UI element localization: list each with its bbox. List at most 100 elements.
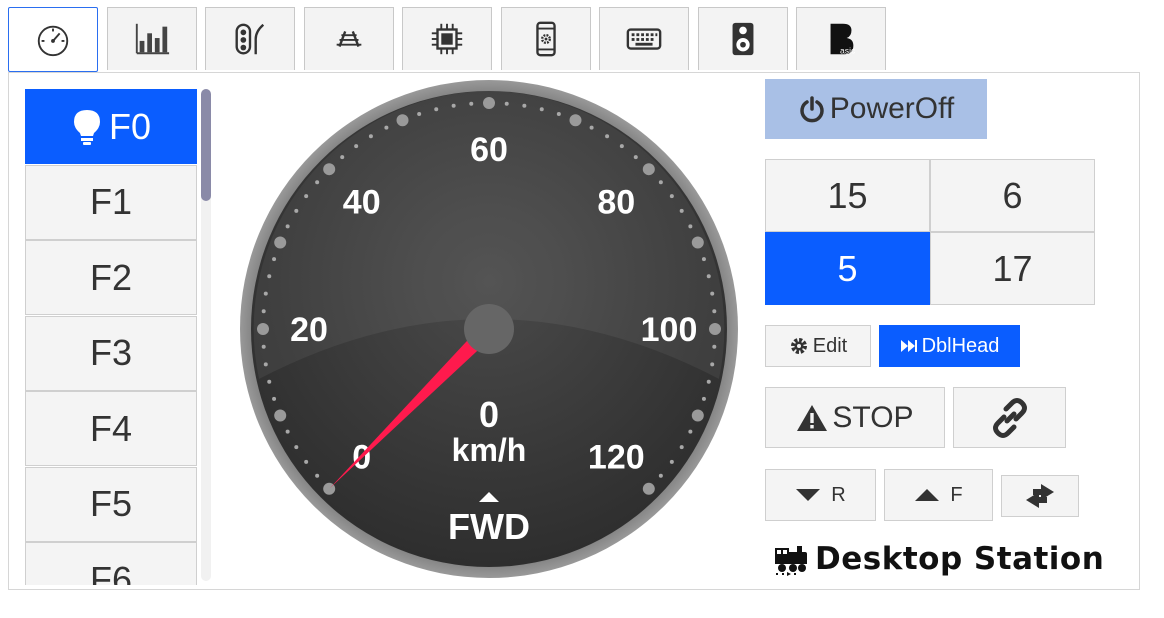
function-scrollbar-thumb[interactable] [201, 89, 211, 201]
minor-tick [658, 473, 663, 478]
function-label: F6 [89, 558, 132, 586]
minor-tick [712, 309, 717, 314]
gauge-tick-label: 120 [588, 438, 645, 476]
major-tick [642, 482, 655, 495]
minor-tick [285, 429, 290, 434]
function-button-f5[interactable]: F5 [25, 466, 197, 542]
link-button[interactable] [953, 387, 1066, 448]
dblhead-button[interactable]: DblHead [879, 325, 1020, 367]
speedometer-gauge[interactable]: 020406080100120 0 km/h FWD [239, 79, 739, 579]
minor-tick [263, 362, 268, 367]
major-tick [396, 114, 409, 127]
minor-tick [605, 134, 610, 139]
tab-basic[interactable]: asic [796, 7, 886, 70]
forward-button[interactable]: F [884, 469, 993, 521]
function-label: F0 [108, 105, 151, 147]
function-label: F3 [89, 332, 132, 373]
tab-chip[interactable] [402, 7, 492, 70]
major-tick [642, 163, 655, 176]
major-tick [569, 114, 582, 127]
function-label: F2 [89, 256, 132, 298]
minor-tick [263, 291, 268, 296]
major-tick [691, 409, 704, 422]
function-button-f0[interactable]: F0 [25, 89, 197, 164]
major-tick [691, 236, 704, 249]
function-label: F4 [89, 407, 132, 449]
function-button-f6[interactable]: F6 [25, 542, 197, 585]
address-label: 15 [827, 174, 868, 216]
keyboard-icon [626, 28, 662, 50]
tab-signal[interactable] [205, 7, 295, 70]
minor-tick [710, 291, 715, 296]
warning-icon [797, 404, 828, 431]
minor-tick [556, 112, 561, 117]
minor-tick [679, 445, 684, 450]
minor-tick [417, 112, 422, 117]
function-button-f2[interactable]: F2 [25, 240, 197, 315]
major-tick [274, 236, 287, 249]
major-tick [709, 323, 721, 335]
tab-bar-chart[interactable] [107, 7, 197, 70]
edit-label: Edit [812, 334, 848, 357]
address-label: 5 [837, 247, 858, 289]
minor-tick [669, 194, 674, 199]
address-label: 6 [1002, 174, 1023, 216]
minor-tick [633, 155, 638, 160]
svg-text:asic: asic [840, 45, 856, 55]
caret-down-icon [796, 489, 821, 501]
minor-tick [272, 257, 277, 262]
link-icon [992, 397, 1027, 438]
speed-unit: km/h [452, 432, 527, 468]
swap-direction-button[interactable] [1001, 475, 1079, 517]
exchange-icon [1026, 484, 1054, 508]
gauge-tick-label: 100 [641, 311, 698, 349]
speedometer-icon [37, 25, 69, 56]
minor-tick [315, 180, 320, 185]
minor-tick [294, 445, 299, 450]
gear-icon [790, 338, 807, 354]
stop-label: STOP [832, 400, 914, 434]
minor-tick [368, 134, 373, 139]
signal-turnout-icon [235, 23, 265, 55]
reverse-label: R [831, 483, 846, 506]
tab-track[interactable] [304, 7, 394, 70]
address-button[interactable]: 6 [930, 159, 1095, 232]
function-label: F1 [89, 181, 132, 222]
locomotive-icon [775, 546, 807, 576]
minor-tick [522, 103, 527, 108]
fast-forward-icon [900, 340, 917, 352]
caret-up-icon [915, 489, 940, 501]
address-button[interactable]: 17 [930, 232, 1095, 305]
minor-tick [304, 459, 309, 464]
minor-tick [267, 379, 272, 384]
speaker-icon [732, 22, 754, 56]
brand-name: Desktop Station [815, 541, 1105, 577]
address-button[interactable]: 15 [765, 159, 930, 232]
minor-tick [539, 107, 544, 112]
function-button-f3[interactable]: F3 [25, 315, 197, 391]
power-off-button[interactable]: PowerOff [765, 79, 987, 139]
basic-script-icon: asic [830, 23, 856, 55]
power-off-label: PowerOff [829, 92, 955, 125]
tab-keyboard[interactable] [599, 7, 689, 70]
edit-button[interactable]: Edit [765, 325, 871, 367]
minor-tick [701, 396, 706, 401]
minor-tick [261, 344, 266, 349]
minor-tick [504, 101, 509, 106]
minor-tick [658, 180, 663, 185]
function-button-f4[interactable]: F4 [25, 391, 197, 466]
phone-settings-icon [536, 21, 556, 57]
minor-tick [710, 362, 715, 367]
minor-tick [294, 208, 299, 213]
address-label: 17 [992, 247, 1033, 289]
tab-speedometer[interactable] [8, 7, 98, 72]
address-button[interactable]: 5 [765, 232, 930, 305]
tab-phone[interactable] [501, 7, 591, 70]
function-button-f1[interactable]: F1 [25, 164, 197, 240]
minor-tick [701, 257, 706, 262]
stop-button[interactable]: STOP [765, 387, 945, 448]
tab-speaker[interactable] [698, 7, 788, 70]
track-layout-icon [336, 30, 362, 48]
reverse-button[interactable]: R [765, 469, 876, 521]
gauge-tick-label: 80 [597, 184, 635, 222]
